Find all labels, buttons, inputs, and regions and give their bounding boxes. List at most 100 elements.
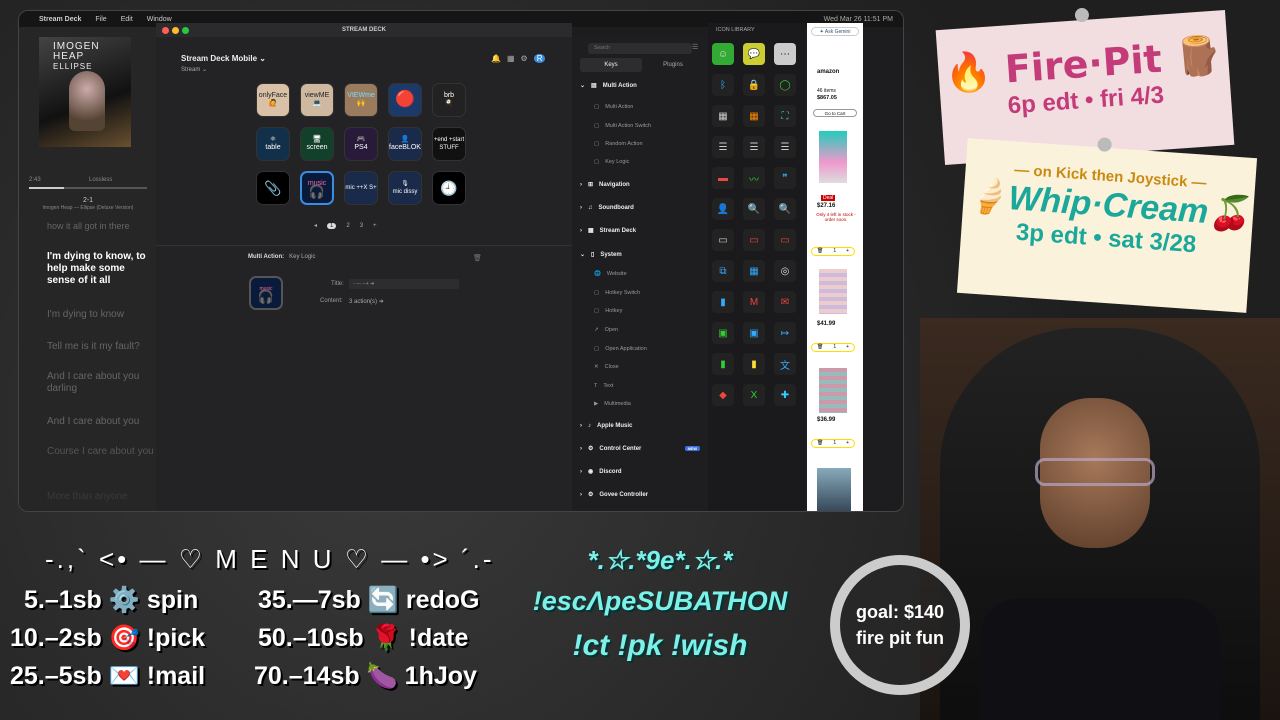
action-website[interactable]: 🌐 Website xyxy=(594,271,627,277)
category-system[interactable]: ⌄ ▯ System xyxy=(580,247,706,262)
menu-edit[interactable]: Edit xyxy=(121,16,133,23)
lyric-line[interactable]: Course I care about you xyxy=(47,446,155,458)
list-icon[interactable]: ☰ xyxy=(774,136,796,158)
trend-icon[interactable]: 〰 xyxy=(743,167,765,189)
action-hotkey-switch[interactable]: ▢ Hotkey Switch xyxy=(594,290,640,296)
content-value[interactable]: 3 action(s) ➔ xyxy=(349,298,384,305)
arrow-icon[interactable]: ↦ xyxy=(774,322,796,344)
lyric-line[interactable]: Tell me is it my fault? xyxy=(47,341,155,353)
calendar-icon[interactable]: ▦ xyxy=(743,260,765,282)
action-close[interactable]: ✕ Close xyxy=(594,364,619,370)
key-brb[interactable]: brb 🍳 xyxy=(432,83,466,117)
rect-icon[interactable]: ▭ xyxy=(774,229,796,251)
link-icon[interactable]: ⧉ xyxy=(712,260,734,282)
rect-icon[interactable]: ▭ xyxy=(712,229,734,251)
action-multimedia[interactable]: ▶ Multimedia xyxy=(594,401,631,407)
zoom-window-button[interactable] xyxy=(182,27,189,34)
key-faceblok[interactable]: 👤 faceBLOK xyxy=(388,127,422,161)
product-image[interactable] xyxy=(819,131,847,183)
minimize-window-button[interactable] xyxy=(172,27,179,34)
more-icon[interactable]: ⋯ xyxy=(774,43,796,65)
product-image[interactable] xyxy=(819,368,847,413)
lyric-line[interactable]: More than anyone xyxy=(47,491,155,503)
grid-icon[interactable]: ▦ xyxy=(743,105,765,127)
category-govee-controller[interactable]: › ⚙ Govee Controller xyxy=(580,487,706,502)
key-history[interactable]: 🕘 xyxy=(432,171,466,205)
rect-icon[interactable]: ▭ xyxy=(743,229,765,251)
category-soundboard[interactable]: › ♫ Soundboard xyxy=(580,200,706,215)
pill-icon[interactable]: ▬ xyxy=(712,167,734,189)
tab-plugins[interactable]: Plugins xyxy=(642,58,704,72)
lyric-line[interactable]: And I care about you darling xyxy=(47,371,155,395)
action-text[interactable]: T Text xyxy=(594,383,613,389)
doc-icon[interactable]: ▮ xyxy=(712,291,734,313)
action-random-action[interactable]: ▢ Random Action xyxy=(594,141,643,147)
gear-icon[interactable]: ⚙ xyxy=(521,54,528,63)
search-icon[interactable]: 🔍 xyxy=(774,198,796,220)
fullscreen-icon[interactable]: ⛶ xyxy=(774,105,796,127)
page-2[interactable]: 2 xyxy=(346,223,349,229)
lyric-line[interactable]: I'm dying to know xyxy=(47,309,155,321)
action-multi-action-switch[interactable]: ▢ Multi Action Switch xyxy=(594,123,651,129)
key-emoji[interactable]: 🔴 xyxy=(388,83,422,117)
quantity-stepper[interactable]: 🗑 1 + xyxy=(811,439,855,448)
action-key-logic[interactable]: ▢ Key Logic xyxy=(594,159,629,165)
translate-icon[interactable]: 文 xyxy=(774,353,796,375)
quote-icon[interactable]: ❞ xyxy=(774,167,796,189)
box-icon[interactable]: ▣ xyxy=(743,322,765,344)
device-selector[interactable]: Stream Deck Mobile ⌄ xyxy=(181,54,266,63)
gmail-icon[interactable]: M xyxy=(743,291,765,313)
close-window-button[interactable] xyxy=(162,27,169,34)
red-icon[interactable]: ◆ xyxy=(712,384,734,406)
tab-keys[interactable]: Keys xyxy=(580,58,642,72)
key-onlyface[interactable]: onlyFace 🙋 xyxy=(256,83,290,117)
lyric-line-current[interactable]: I'm dying to know, to help make some sen… xyxy=(47,251,155,287)
grid-icon[interactable]: ▦ xyxy=(712,105,734,127)
excel-icon[interactable]: X xyxy=(743,384,765,406)
category-discord[interactable]: › ◉ Discord xyxy=(580,464,706,479)
menu-file[interactable]: File xyxy=(95,16,106,23)
action-multi-action[interactable]: ▢ Multi Action xyxy=(594,104,633,110)
category-stream-deck[interactable]: › ▦ Stream Deck xyxy=(580,223,706,238)
bluetooth-icon[interactable]: ᛒ xyxy=(712,74,734,96)
search-icon[interactable]: 🔍 xyxy=(743,198,765,220)
grid-icon[interactable]: ☺ xyxy=(712,43,734,65)
lock-icon[interactable]: 🔒 xyxy=(743,74,765,96)
trash-icon[interactable]: 🗑 xyxy=(473,254,482,262)
account-icon[interactable]: R xyxy=(533,54,546,63)
quantity-stepper[interactable]: 🗑 1 + xyxy=(811,247,855,256)
key-viewme-2[interactable]: VIEWme 🙌 xyxy=(344,83,378,117)
bell-icon[interactable]: 🔔 xyxy=(491,54,501,63)
box-icon[interactable]: ▣ xyxy=(712,322,734,344)
key-table[interactable]: ⚛ table xyxy=(256,127,290,161)
progress-bar[interactable] xyxy=(29,187,147,189)
product-image[interactable] xyxy=(819,269,847,314)
menu-app-name[interactable]: Stream Deck xyxy=(39,16,81,23)
list-view-icon[interactable]: ☰ xyxy=(692,43,698,51)
ask-gemini-button[interactable]: ✦ Ask Gemini xyxy=(811,27,859,36)
go-to-cart-button[interactable]: Go to Cart xyxy=(813,109,857,117)
category-multi-action[interactable]: ⌄ ▤ Multi Action xyxy=(580,78,706,93)
note-icon[interactable]: ▮ xyxy=(743,353,765,375)
quantity-stepper[interactable]: 🗑 1 + xyxy=(811,343,855,352)
search-input[interactable]: Search xyxy=(588,43,692,54)
key-ps4[interactable]: 🎮 PS4 xyxy=(344,127,378,161)
lyric-line[interactable]: And I care about you xyxy=(47,416,155,428)
action-hotkey[interactable]: ▢ Hotkey xyxy=(594,308,622,314)
speech-icon[interactable]: ◯ xyxy=(774,74,796,96)
key-mic-dissy[interactable]: 🎙 mic dissy xyxy=(388,171,422,205)
title-input[interactable]: - --- --+ ➔ xyxy=(349,279,459,289)
page-3[interactable]: 3 xyxy=(360,223,363,229)
category-navigation[interactable]: › ⊞ Navigation xyxy=(580,177,706,192)
key-paperclip[interactable]: 📎 xyxy=(256,171,290,205)
key-viewme[interactable]: viewME 💻 xyxy=(300,83,334,117)
list-icon[interactable]: ☰ xyxy=(712,136,734,158)
sheet-icon[interactable]: ▮ xyxy=(712,353,734,375)
category-apple-music[interactable]: › ♪ Apple Music xyxy=(580,418,706,433)
apps-icon[interactable]: ▦ xyxy=(507,54,515,63)
chat-icon[interactable]: 💬 xyxy=(743,43,765,65)
product-image[interactable] xyxy=(817,468,851,511)
key-end-start[interactable]: +end +start STUFF xyxy=(432,127,466,161)
person-icon[interactable]: 👤 xyxy=(712,198,734,220)
add-page-icon[interactable]: + xyxy=(373,223,377,229)
